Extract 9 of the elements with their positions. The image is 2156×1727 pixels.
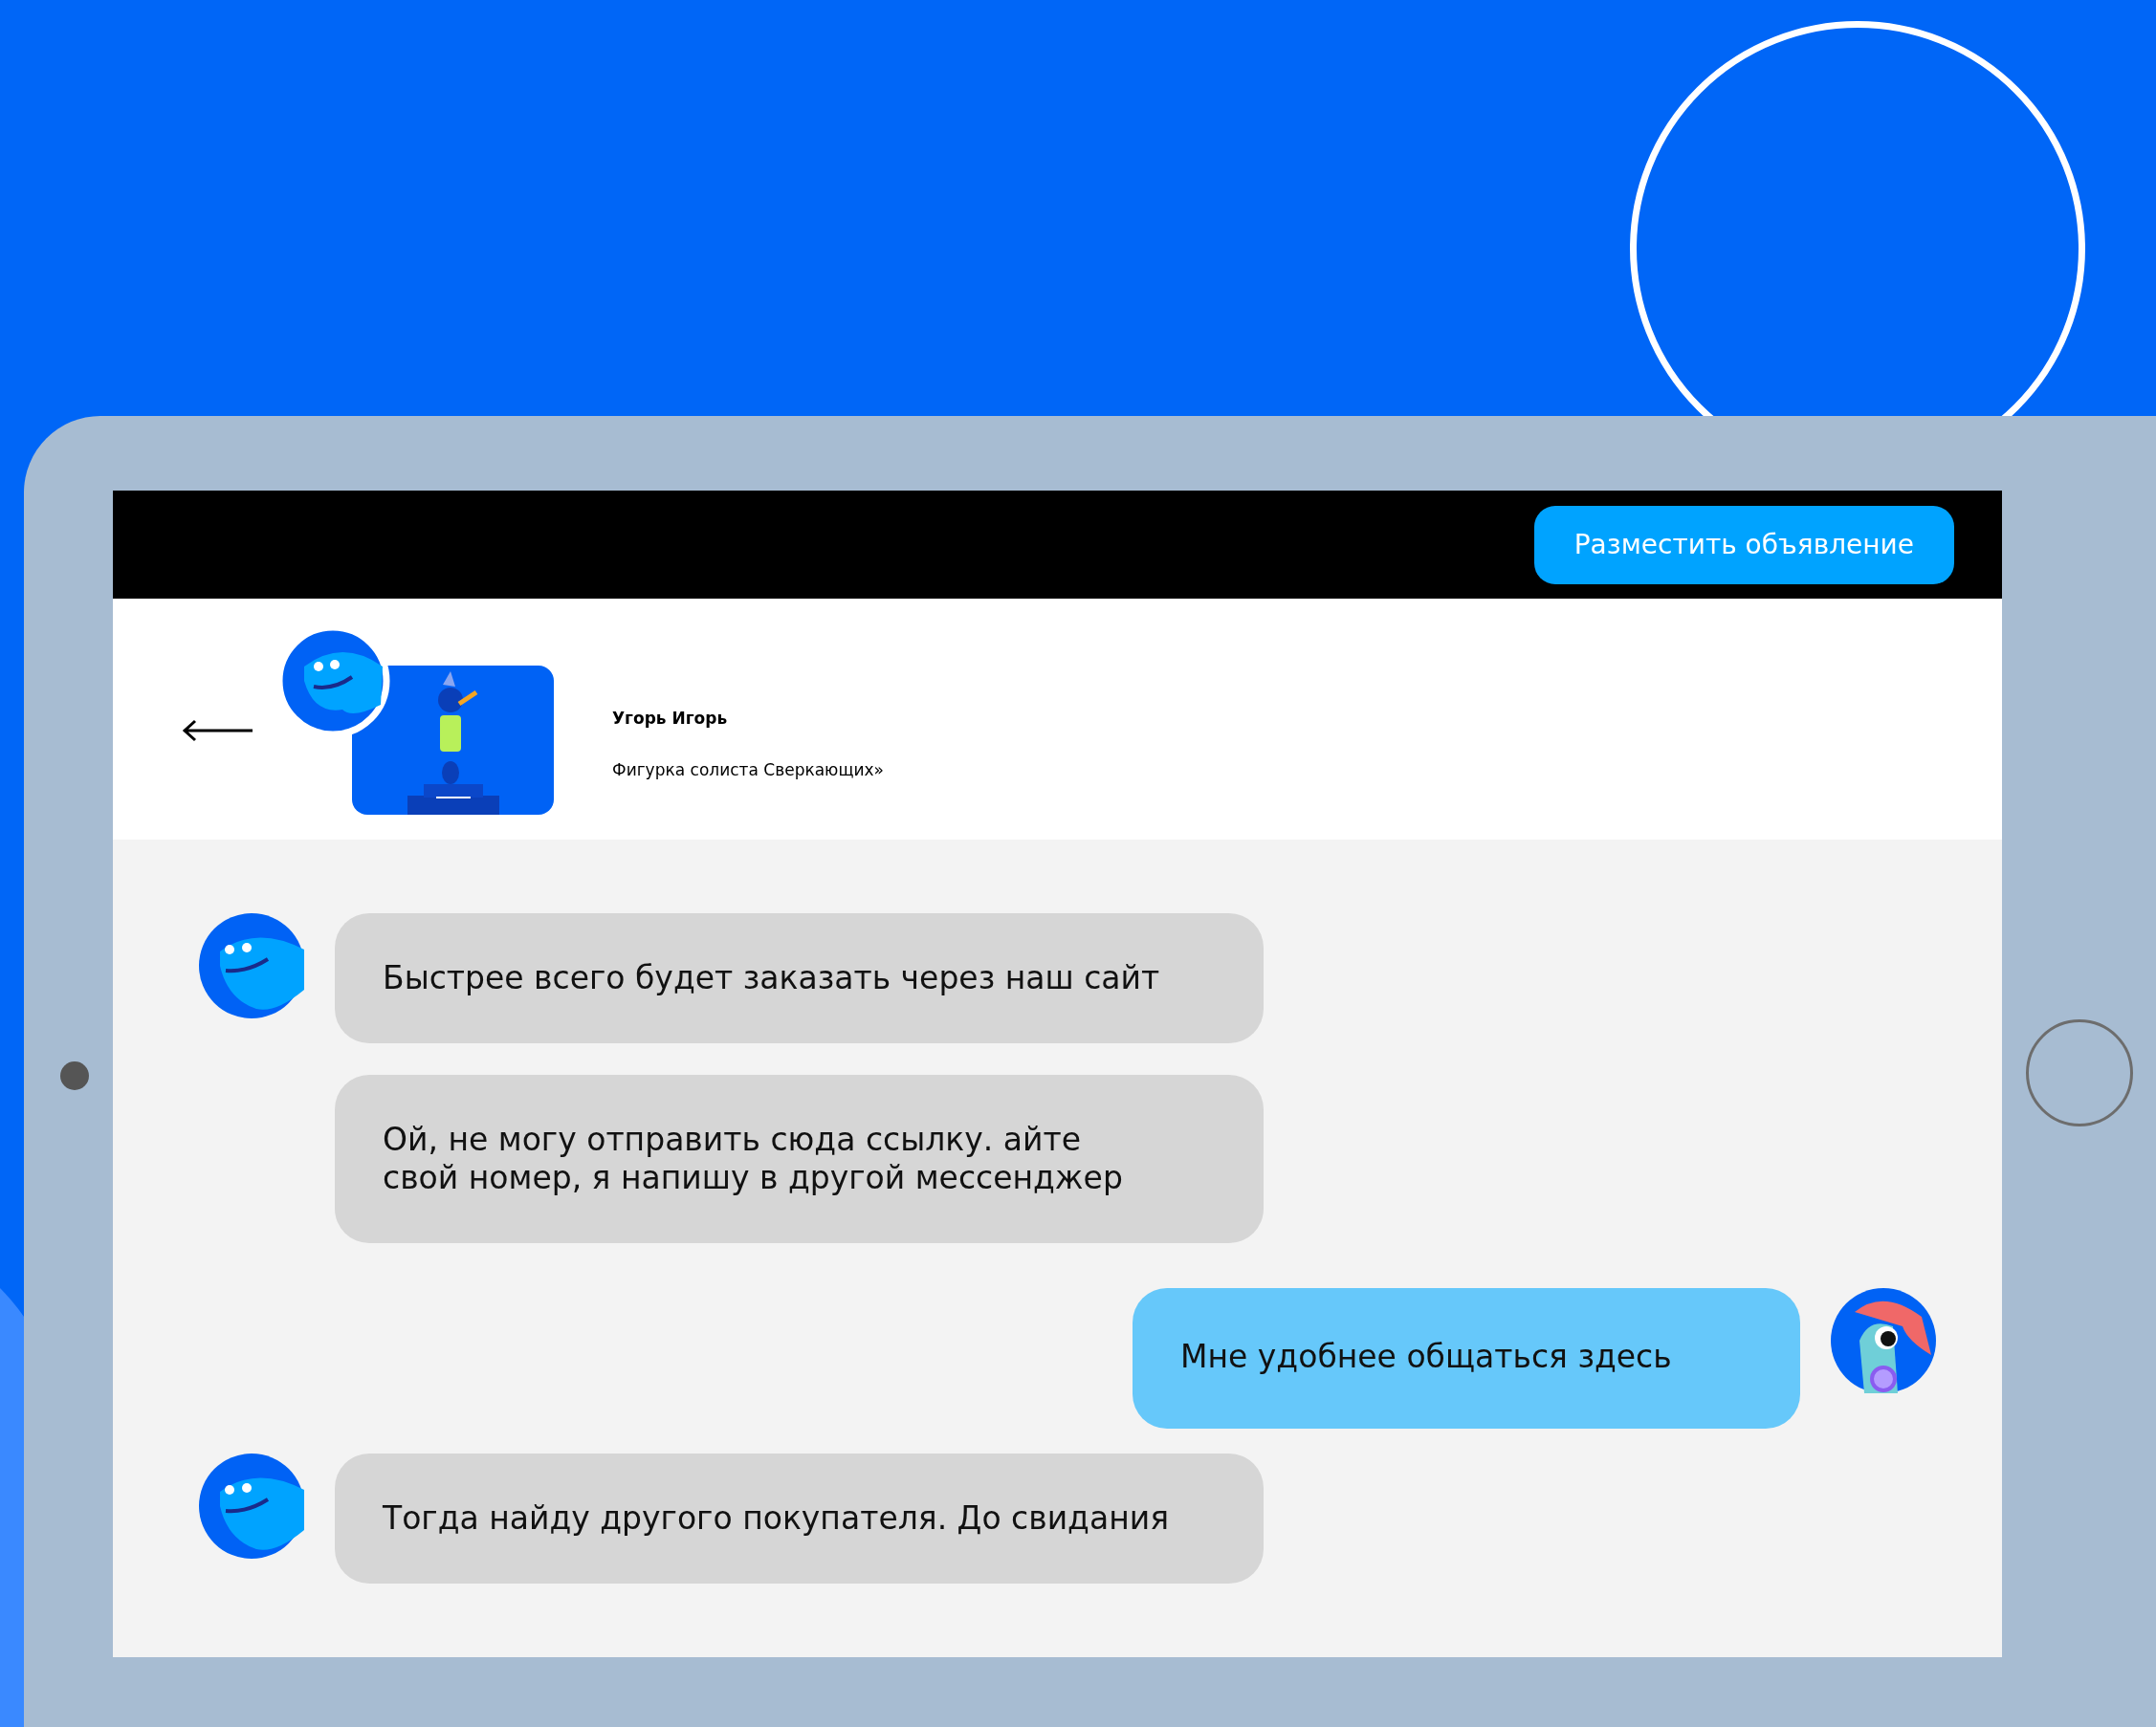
back-arrow-icon[interactable] (182, 719, 254, 742)
message-bubble: Мне удобнее общаться здесь (1133, 1288, 1800, 1429)
seller-name: Угорь Игорь (612, 709, 729, 728)
message-bubble: Тогда найду другого покупателя. До свидания (335, 1454, 1264, 1584)
message-bubble: Быстрее всего будет заказать через наш сайт (335, 913, 1264, 1043)
listing-title[interactable]: Фигурка солиста Сверкающих» (612, 760, 884, 779)
home-button[interactable] (2026, 1019, 2133, 1126)
camera-dot (60, 1061, 89, 1090)
message-bubble: Ой, не могу отправить сюда ссылку. айте свой номер, я напишу в другой мессенджер (335, 1075, 1264, 1243)
